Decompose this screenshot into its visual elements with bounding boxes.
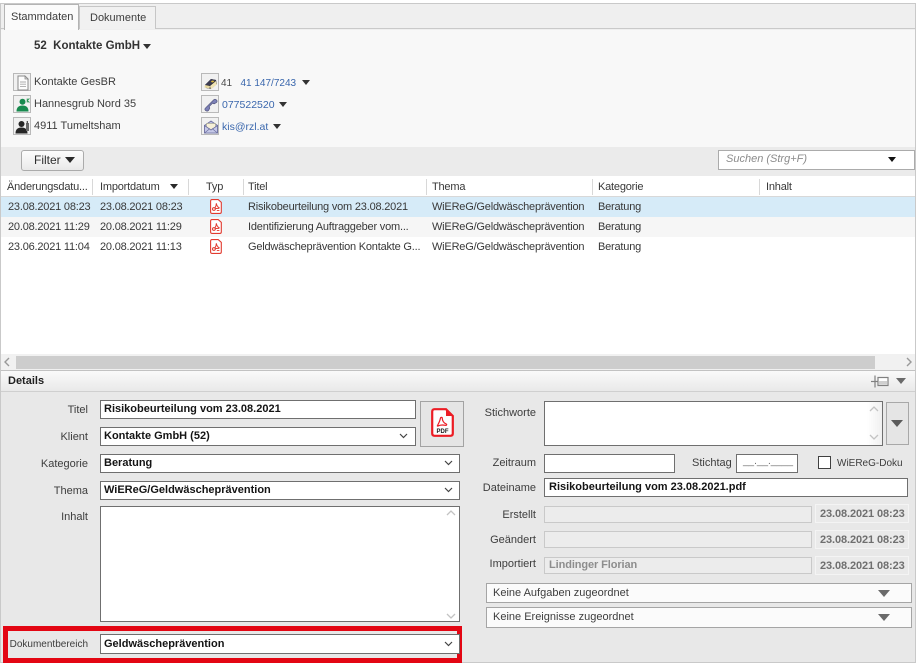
svg-text:PDF: PDF — [437, 429, 449, 435]
